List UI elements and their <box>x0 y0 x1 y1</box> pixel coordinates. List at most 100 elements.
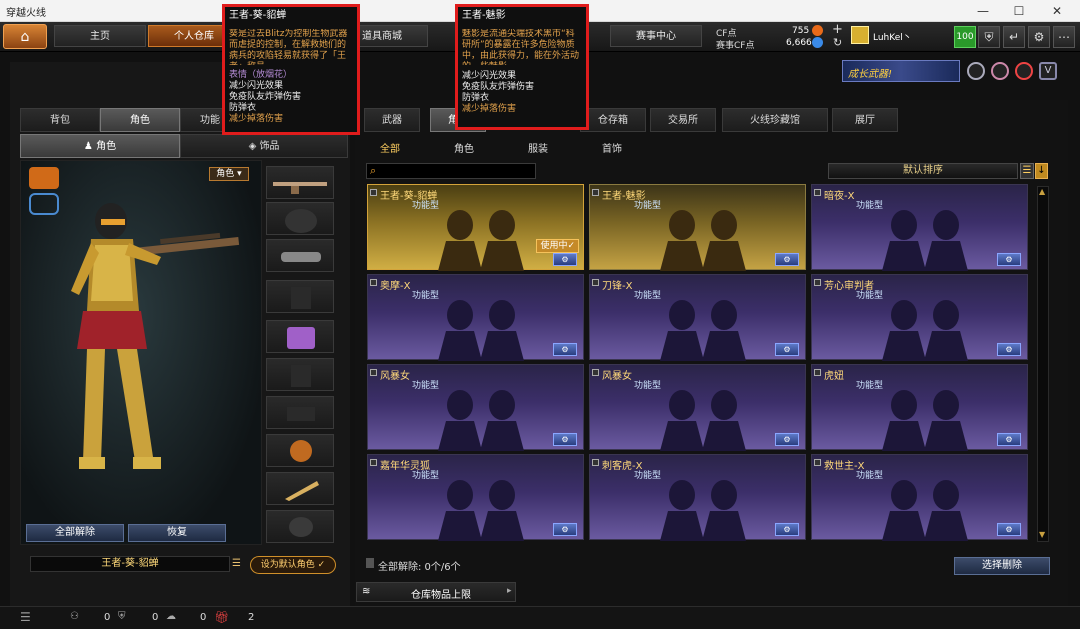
slot-dragon[interactable] <box>266 434 334 467</box>
badge-icon-4[interactable]: V <box>1039 62 1057 80</box>
close-button[interactable]: ✕ <box>1040 2 1074 20</box>
character-card[interactable]: 风暴女 功能型 ⚙ <box>589 364 806 451</box>
select-checkbox[interactable] <box>370 279 377 286</box>
card-action-button[interactable]: ⚙ <box>553 523 577 536</box>
filter-role[interactable]: 角色 <box>454 140 474 155</box>
search-box[interactable]: ⌕ <box>366 163 536 179</box>
card-action-button[interactable]: ⚙ <box>775 253 799 266</box>
character-card[interactable]: 暗夜-X 功能型 ⚙ <box>811 184 1028 271</box>
scrollbar[interactable]: ▲ ▼ <box>1037 186 1049 542</box>
tab-weapons[interactable]: 武器 <box>364 108 420 132</box>
settings-button[interactable]: ⚙ <box>1028 26 1050 48</box>
tab-hall[interactable]: 展厅 <box>832 108 898 132</box>
filter-jewelry[interactable]: 首饰 <box>602 140 622 155</box>
home-button[interactable]: ⌂ <box>3 24 47 49</box>
tab-collection[interactable]: 火线珍藏馆 <box>722 108 828 132</box>
character-preview[interactable]: 角色 ▾ <box>20 160 262 545</box>
slot-grenade[interactable] <box>266 510 334 543</box>
character-card[interactable]: 刺客虎-X 功能型 ⚙ <box>589 454 806 541</box>
card-action-button[interactable]: ⚙ <box>997 253 1021 266</box>
mask-icon[interactable] <box>29 193 59 215</box>
select-delete-button[interactable]: 选择删除 <box>954 557 1050 575</box>
character-card[interactable]: 虎妞 功能型 ⚙ <box>811 364 1028 451</box>
friends-count: 0 <box>104 612 111 623</box>
list-icon[interactable]: ☰ <box>232 558 244 570</box>
recharge-icon[interactable]: + <box>832 22 843 37</box>
character-card[interactable]: 刀锋-X 功能型 ⚙ <box>589 274 806 361</box>
refresh-icon[interactable]: ↻ <box>833 36 842 49</box>
nav-events[interactable]: 赛事中心 <box>610 25 702 47</box>
card-action-button[interactable]: ⚙ <box>775 343 799 356</box>
select-checkbox[interactable] <box>814 189 821 196</box>
character-card[interactable]: 嘉年华灵狐 功能型 ⚙ <box>367 454 584 541</box>
tab-storage[interactable]: 仓存箱 <box>580 108 646 132</box>
exit-button[interactable]: ↵ <box>1003 26 1025 48</box>
character-card[interactable]: 风暴女 功能型 ⚙ <box>367 364 584 451</box>
slot-belt[interactable] <box>266 396 334 429</box>
list-view-icon[interactable]: ☰ <box>1020 163 1034 179</box>
card-action-button[interactable]: ⚙ <box>553 343 577 356</box>
scroll-up-icon[interactable]: ▲ <box>1039 187 1047 197</box>
slot-vest[interactable] <box>266 280 334 313</box>
badge-icon-3[interactable] <box>1015 62 1033 80</box>
select-checkbox[interactable] <box>370 369 377 376</box>
slot-goggles[interactable] <box>266 239 334 272</box>
filter-clothing[interactable]: 服装 <box>528 140 548 155</box>
character-card[interactable]: 救世主-X 功能型 ⚙ <box>811 454 1028 541</box>
unequip-all-button[interactable]: 全部解除 <box>26 524 124 542</box>
more-button[interactable]: ⋯ <box>1053 26 1075 48</box>
friends-icon[interactable]: ⚇ <box>70 611 79 622</box>
gift-icon[interactable]: 🎁︎ <box>214 610 229 624</box>
card-action-button[interactable]: ⚙ <box>997 523 1021 536</box>
tab-character[interactable]: 角色 <box>100 108 180 132</box>
clan-icon[interactable]: ⛨ <box>118 611 126 622</box>
subtab-accessory[interactable]: ◈ 饰品 <box>180 134 348 158</box>
tab-exchange[interactable]: 交易所 <box>650 108 716 132</box>
slot-weapon[interactable] <box>266 166 334 199</box>
select-checkbox[interactable] <box>592 369 599 376</box>
card-action-button[interactable]: ⚙ <box>997 433 1021 446</box>
filter-all[interactable]: 全部 <box>380 140 400 155</box>
scroll-down-icon[interactable]: ▼ <box>1039 530 1047 540</box>
character-card[interactable]: 奥摩-X 功能型 ⚙ <box>367 274 584 361</box>
menu-icon[interactable]: ☰ <box>20 610 31 624</box>
character-card[interactable]: 王者-葵-貂蝉 功能型 使用中✓ ⚙ <box>367 184 584 271</box>
restore-button[interactable]: 恢复 <box>128 524 226 542</box>
sort-direction-icon[interactable]: ↓ <box>1035 163 1048 179</box>
maximize-button[interactable]: ☐ <box>1002 2 1036 20</box>
role-badge[interactable]: 角色 ▾ <box>209 167 249 181</box>
select-checkbox[interactable] <box>592 189 599 196</box>
badge-icon-2[interactable] <box>991 62 1009 80</box>
clan-button[interactable]: ⛨ <box>978 26 1000 48</box>
card-action-button[interactable]: ⚙ <box>775 523 799 536</box>
subtab-character[interactable]: ♟ 角色 <box>20 134 180 158</box>
slot-knife[interactable] <box>266 472 334 505</box>
growth-weapon-banner[interactable]: 成长武器! <box>842 60 960 82</box>
sort-dropdown[interactable]: 默认排序 <box>828 163 1018 179</box>
badge-icon-1[interactable] <box>967 62 985 80</box>
chat-icon[interactable]: ☁ <box>166 611 176 622</box>
select-checkbox[interactable] <box>370 459 377 466</box>
slot-helmet[interactable] <box>266 202 334 235</box>
character-card[interactable]: 芳心审判者 功能型 ⚙ <box>811 274 1028 361</box>
nav-home[interactable]: 主页 <box>54 25 146 47</box>
select-checkbox[interactable] <box>592 459 599 466</box>
minimize-button[interactable]: — <box>966 2 1000 20</box>
capacity-bar[interactable]: ≋ 仓库物品上限 ▸ <box>356 582 516 602</box>
card-action-button[interactable]: ⚙ <box>775 433 799 446</box>
card-action-button[interactable]: ⚙ <box>997 343 1021 356</box>
select-checkbox[interactable] <box>814 369 821 376</box>
select-checkbox[interactable] <box>370 189 377 196</box>
character-card[interactable]: 王者-魅影 功能型 ⚙ <box>589 184 806 271</box>
select-checkbox[interactable] <box>814 279 821 286</box>
slot-box[interactable] <box>266 320 334 353</box>
set-default-button[interactable]: 设为默认角色 ✓ <box>250 556 336 574</box>
search-input[interactable] <box>385 165 533 177</box>
select-checkbox[interactable] <box>592 279 599 286</box>
card-action-button[interactable]: ⚙ <box>553 433 577 446</box>
tab-backpack[interactable]: 背包 <box>20 108 100 132</box>
card-action-button[interactable]: ⚙ <box>553 253 577 266</box>
quick-badge-icon[interactable] <box>29 167 59 189</box>
select-checkbox[interactable] <box>814 459 821 466</box>
slot-armor[interactable] <box>266 358 334 391</box>
